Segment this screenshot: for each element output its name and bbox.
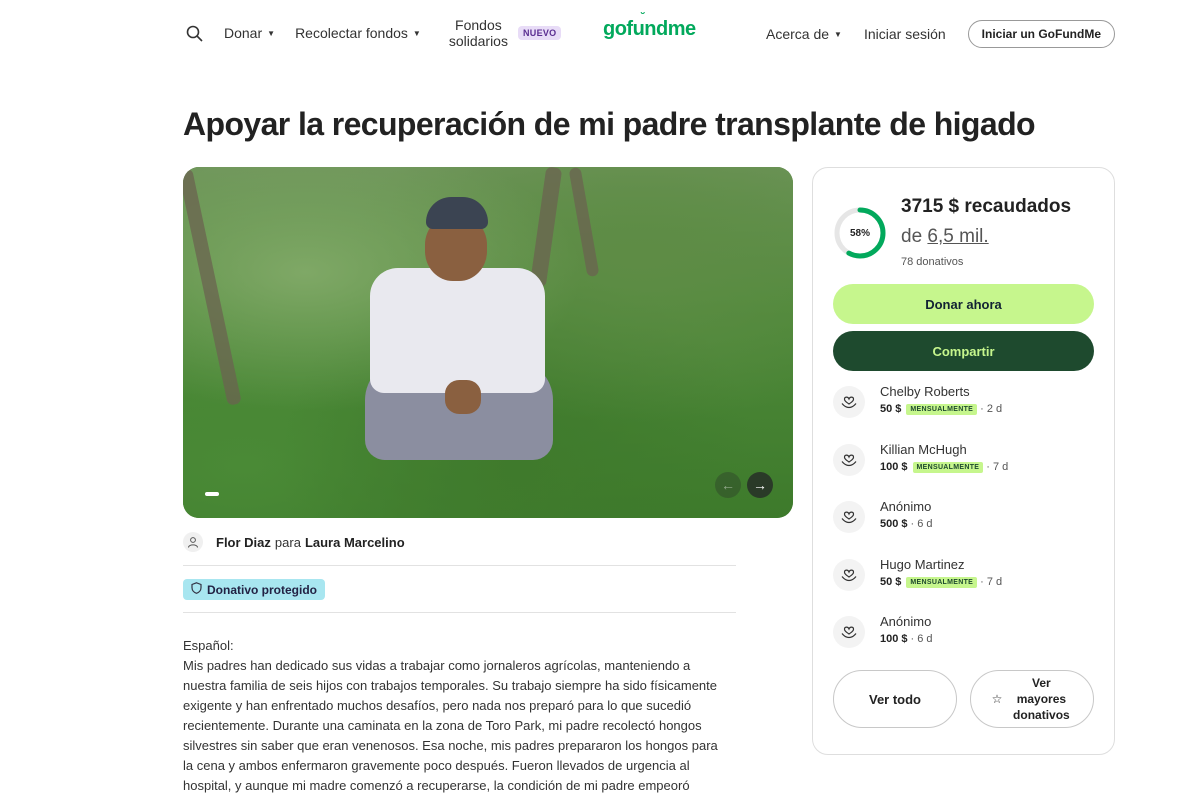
beneficiary-name[interactable]: Laura Marcelino: [305, 535, 405, 550]
nav-donate-label: Donar: [224, 25, 263, 41]
see-top-label: Ver mayores donativos: [1013, 676, 1070, 722]
arrow-left-icon[interactable]: ←: [715, 472, 741, 498]
chevron-down-icon: ▼: [412, 28, 421, 38]
nav-right: Acerca de ▼ Iniciar sesión Iniciar un Go…: [766, 20, 1115, 48]
donor-name: Anónimo: [880, 614, 932, 629]
star-icon: ☆: [991, 692, 1003, 706]
donation-card: 58% 3715 $ recaudados de 6,5 mil. 78 don…: [812, 167, 1115, 755]
see-top-donations-button[interactable]: ☆ Ver mayores donativos: [970, 670, 1094, 728]
donor-amount: 100 $: [880, 461, 908, 473]
heart-hand-icon: [833, 501, 865, 533]
progress-percent: 58%: [849, 227, 870, 239]
nav-left: Donar ▼ Recolectar fondos ▼ Fondos solid…: [184, 16, 562, 50]
nav-fondos-line2: solidarios: [448, 33, 508, 49]
photo-person-hand: [445, 380, 481, 414]
divider: [183, 612, 736, 613]
divider: [183, 565, 736, 566]
donor-name: Killian McHugh: [880, 442, 967, 457]
protected-donation-badge[interactable]: Donativo protegido: [183, 579, 325, 600]
donor-time: · 6 d: [910, 633, 933, 645]
donor-name: Hugo Martinez: [880, 557, 965, 572]
photo-person-cap: [426, 197, 488, 229]
user-icon: [183, 532, 203, 552]
new-badge: NUEVO: [517, 26, 562, 40]
donor-amount: 100 $: [880, 633, 908, 645]
nav-about-label: Acerca de: [765, 26, 830, 42]
nav-fondos-line1: Fondos: [455, 17, 502, 33]
donate-now-button[interactable]: Donar ahora: [833, 284, 1094, 324]
protected-label: Donativo protegido: [207, 582, 317, 597]
donor-amount: 50 $: [880, 403, 902, 415]
nav-collect[interactable]: Recolectar fondos ▼: [295, 25, 421, 41]
donor-meta: 100 $ MENSUALMENTE · 7 d: [880, 461, 1008, 473]
login-link[interactable]: Iniciar sesión: [864, 26, 946, 42]
donor-row: Hugo Martinez 50 $ MENSUALMENTE · 7 d: [833, 557, 1093, 597]
heart-hand-icon: [833, 444, 865, 476]
goal-prefix: de: [901, 226, 923, 247]
monthly-badge: MENSUALMENTE: [906, 576, 978, 588]
story-language: Español:: [183, 638, 234, 653]
heart-hand-icon: [833, 386, 865, 418]
page-title: Apoyar la recuperación de mi padre trans…: [183, 106, 1036, 142]
photo-person-shirt: [370, 268, 545, 393]
goal-line: de 6,5 mil.: [901, 226, 989, 248]
donor-time: · 2 d: [980, 403, 1003, 415]
donor-row: Anónimo 100 $ · 6 d: [833, 614, 1093, 654]
arrow-right-icon[interactable]: →: [747, 472, 773, 498]
donor-meta: 50 $ MENSUALMENTE · 2 d: [880, 403, 1002, 415]
donor-amount: 500 $: [880, 518, 908, 530]
carousel-indicator[interactable]: [205, 492, 219, 496]
start-gofundme-button[interactable]: Iniciar un GoFundMe: [967, 20, 1115, 48]
donor-time: · 6 d: [910, 518, 933, 530]
campaign-story: Español: Mis padres han dedicado sus vid…: [183, 636, 728, 800]
story-text: Mis padres han dedicado sus vidas a trab…: [183, 658, 718, 800]
campaign-photo[interactable]: ← →: [183, 167, 793, 518]
donor-meta: 50 $ MENSUALMENTE · 7 d: [880, 576, 1002, 588]
organizer-line: Flor Diaz para Laura Marcelino: [183, 532, 405, 552]
donor-meta: 500 $ · 6 d: [880, 518, 933, 530]
nav-about[interactable]: Acerca de ▼: [766, 26, 842, 42]
chevron-down-icon: ▼: [267, 28, 276, 38]
donor-meta: 100 $ · 6 d: [880, 633, 933, 645]
search-icon[interactable]: [184, 23, 204, 43]
donations-count: 78 donativos: [901, 256, 964, 268]
donor-name: Chelby Roberts: [880, 384, 970, 399]
monthly-badge: MENSUALMENTE: [906, 403, 978, 415]
site-header: Donar ▼ Recolectar fondos ▼ Fondos solid…: [0, 0, 1200, 66]
heart-hand-icon: [833, 616, 865, 648]
donor-amount: 50 $: [880, 576, 902, 588]
nav-fondos-solidarios[interactable]: Fondos solidarios: [449, 17, 508, 49]
logo-text: gofundme: [603, 18, 696, 40]
monthly-badge: MENSUALMENTE: [912, 461, 984, 473]
donor-row: Killian McHugh 100 $ MENSUALMENTE · 7 d: [833, 442, 1093, 482]
nav-collect-label: Recolectar fondos: [295, 25, 408, 41]
chevron-down-icon: ▼: [834, 29, 842, 39]
donor-row: Chelby Roberts 50 $ MENSUALMENTE · 2 d: [833, 384, 1093, 424]
share-button[interactable]: Compartir: [833, 331, 1094, 371]
shield-icon: [191, 582, 202, 597]
logo-sun-icon: ˘: [641, 10, 645, 24]
amount-raised: 3715 $ recaudados: [901, 196, 1072, 217]
donor-name: Anónimo: [880, 499, 932, 514]
donor-row: Anónimo 500 $ · 6 d: [833, 499, 1093, 539]
heart-hand-icon: [833, 559, 865, 591]
organizer-connector: para: [274, 534, 301, 550]
see-all-button[interactable]: Ver todo: [833, 670, 957, 728]
gofundme-logo[interactable]: ˘ gofundme: [603, 10, 696, 41]
organizer-name[interactable]: Flor Diaz: [216, 535, 271, 550]
nav-donate[interactable]: Donar ▼: [224, 25, 275, 41]
goal-amount[interactable]: 6,5 mil.: [927, 226, 988, 247]
donor-time: · 7 d: [986, 461, 1009, 473]
donor-time: · 7 d: [980, 576, 1003, 588]
